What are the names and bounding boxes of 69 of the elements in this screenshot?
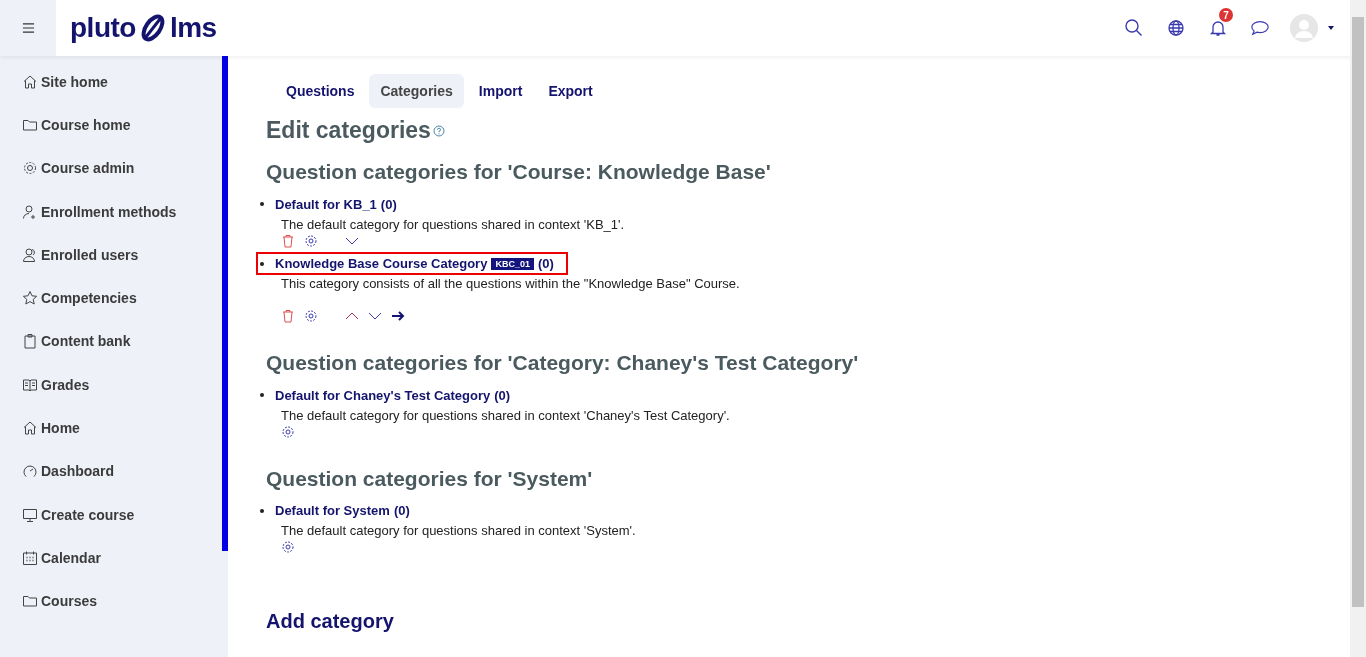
sidebar-item[interactable]: Course home	[0, 103, 222, 147]
question-count[interactable]: (0)	[494, 387, 511, 403]
question-count[interactable]: (0)	[393, 503, 410, 518]
trash-icon[interactable]	[281, 309, 295, 323]
sidebar-item[interactable]: Course admin	[0, 146, 222, 190]
home-icon	[22, 420, 38, 436]
right-arrow-icon[interactable]	[391, 309, 405, 323]
section-heading: Question categories for 'System'	[266, 466, 594, 491]
question-count[interactable]: (0)	[380, 196, 397, 212]
tab[interactable]: Categories	[369, 74, 464, 108]
clipboard-icon	[22, 333, 38, 350]
category-description: The default category for questions shared in context 'Chaney's Test Category'.	[281, 407, 731, 423]
settings-icon[interactable]	[304, 233, 318, 248]
sidebar-item[interactable]: Home	[0, 406, 222, 450]
bullet-icon	[260, 393, 264, 397]
notification-count: 7	[1219, 8, 1233, 22]
category-link[interactable]: Default for KB_1	[275, 196, 377, 212]
home-icon	[22, 73, 38, 90]
folder-icon	[22, 593, 38, 610]
book-icon	[22, 376, 38, 393]
sidebar-item[interactable]: Courses	[0, 579, 222, 623]
sidebar-item[interactable]: Dashboard	[0, 449, 222, 493]
section-heading: Question categories for 'Category: Chaney's Test Category'	[266, 351, 860, 375]
caret-icon[interactable]	[1328, 26, 1334, 30]
id-number-tag: KBC_01	[491, 257, 534, 270]
settings-icon[interactable]	[281, 540, 295, 554]
question-count[interactable]: (0)	[537, 256, 554, 271]
category-description: The default category for questions shared in context 'KB_1'.	[281, 216, 626, 232]
trash-icon[interactable]	[281, 233, 295, 248]
sidebar-item[interactable]: Grades	[0, 363, 222, 407]
globe-icon[interactable]	[1166, 18, 1186, 38]
bell-icon[interactable]	[1208, 18, 1228, 38]
bullet-icon	[260, 202, 264, 206]
sidebar-item[interactable]: Enrollment methods	[0, 189, 222, 234]
logo[interactable]: pluto lms	[70, 12, 217, 44]
category-description: This category consists of all the questions within the "Knowledge Base" Course.	[281, 276, 741, 291]
tab[interactable]: Questions	[275, 74, 366, 108]
category-link[interactable]: Default for System	[275, 503, 390, 518]
page-title: Edit categories	[266, 117, 431, 144]
tab[interactable]: Import	[467, 74, 534, 108]
bullet-icon	[260, 508, 264, 513]
monitor-icon	[22, 506, 38, 523]
category-link[interactable]: Default for Chaney's Test Category	[275, 387, 491, 403]
gauge-icon	[22, 463, 38, 480]
scrollbar-thumb[interactable]	[1352, 17, 1364, 607]
scrollbar-thumb[interactable]	[222, 56, 228, 551]
sidebar-item[interactable]: Content bank	[0, 319, 222, 364]
calendar-icon	[22, 549, 38, 566]
settings-icon[interactable]	[304, 309, 318, 323]
category-description: The default category for questions shared in context 'System'.	[281, 523, 637, 538]
user-plus-icon	[22, 203, 38, 220]
category-link[interactable]: Knowledge Base Course Category	[275, 256, 488, 271]
bullet-icon	[260, 261, 264, 266]
star-icon	[22, 290, 38, 307]
help-icon[interactable]	[432, 124, 445, 137]
sidebar-item[interactable]: Site home	[0, 60, 222, 104]
add-category-heading: Add category	[266, 610, 395, 633]
users-icon	[22, 246, 38, 263]
chat-bubble-icon[interactable]	[1250, 18, 1270, 38]
sidebar-item[interactable]: Create course	[0, 492, 222, 537]
section-heading: Question categories for 'Course: Knowledge Base'	[266, 160, 772, 184]
search-icon[interactable]	[1124, 18, 1144, 38]
menu-icon[interactable]	[21, 22, 35, 34]
sidebar-item[interactable]: Competencies	[0, 276, 222, 320]
gear-icon	[22, 160, 38, 177]
sidebar-item[interactable]: Calendar	[0, 536, 222, 580]
settings-icon[interactable]	[281, 424, 295, 439]
sidebar-item[interactable]: Enrolled users	[0, 233, 222, 277]
tab[interactable]: Export	[537, 74, 604, 108]
